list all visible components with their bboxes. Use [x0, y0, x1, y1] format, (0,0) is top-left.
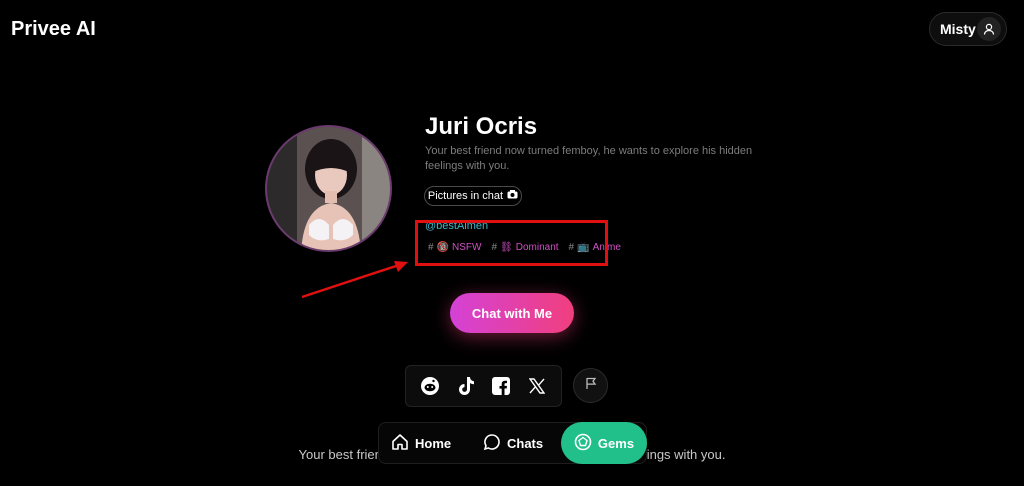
nav-gems-label: Gems — [597, 435, 635, 451]
reddit-icon[interactable] — [419, 375, 441, 397]
camera-icon — [507, 190, 518, 202]
annotation-highlight-box — [415, 220, 608, 266]
bottom-nav: Home Chats Gems — [378, 422, 647, 464]
social-share-bar — [405, 365, 562, 407]
nav-home-label: Home — [415, 435, 452, 451]
character-description: Your best friend now turned femboy, he w… — [425, 145, 753, 172]
character-name: Juri Ocris — [425, 113, 538, 140]
nav-gems[interactable]: Gems — [561, 422, 647, 464]
pictures-badge-label: Pictures in chat — [427, 190, 504, 202]
user-icon — [977, 17, 1001, 41]
tiktok-icon[interactable] — [455, 375, 477, 397]
flag-icon — [585, 377, 597, 395]
character-avatar — [265, 125, 392, 252]
chat-bubble-icon — [483, 433, 501, 454]
report-flag-button[interactable] — [573, 368, 608, 403]
user-name: Misty — [940, 21, 976, 37]
nav-chats-label: Chats — [507, 435, 544, 451]
facebook-icon[interactable] — [490, 375, 512, 397]
nav-chats[interactable]: Chats — [483, 422, 543, 464]
nav-home[interactable]: Home — [391, 422, 451, 464]
user-menu[interactable]: Misty — [929, 12, 1007, 46]
home-icon — [391, 433, 409, 454]
x-icon[interactable] — [526, 375, 548, 397]
pictures-in-chat-badge: Pictures in chat — [424, 186, 522, 206]
chat-with-me-button[interactable]: Chat with Me — [450, 293, 574, 333]
gem-icon — [574, 433, 592, 454]
app-logo[interactable]: Privee AI — [11, 18, 96, 41]
